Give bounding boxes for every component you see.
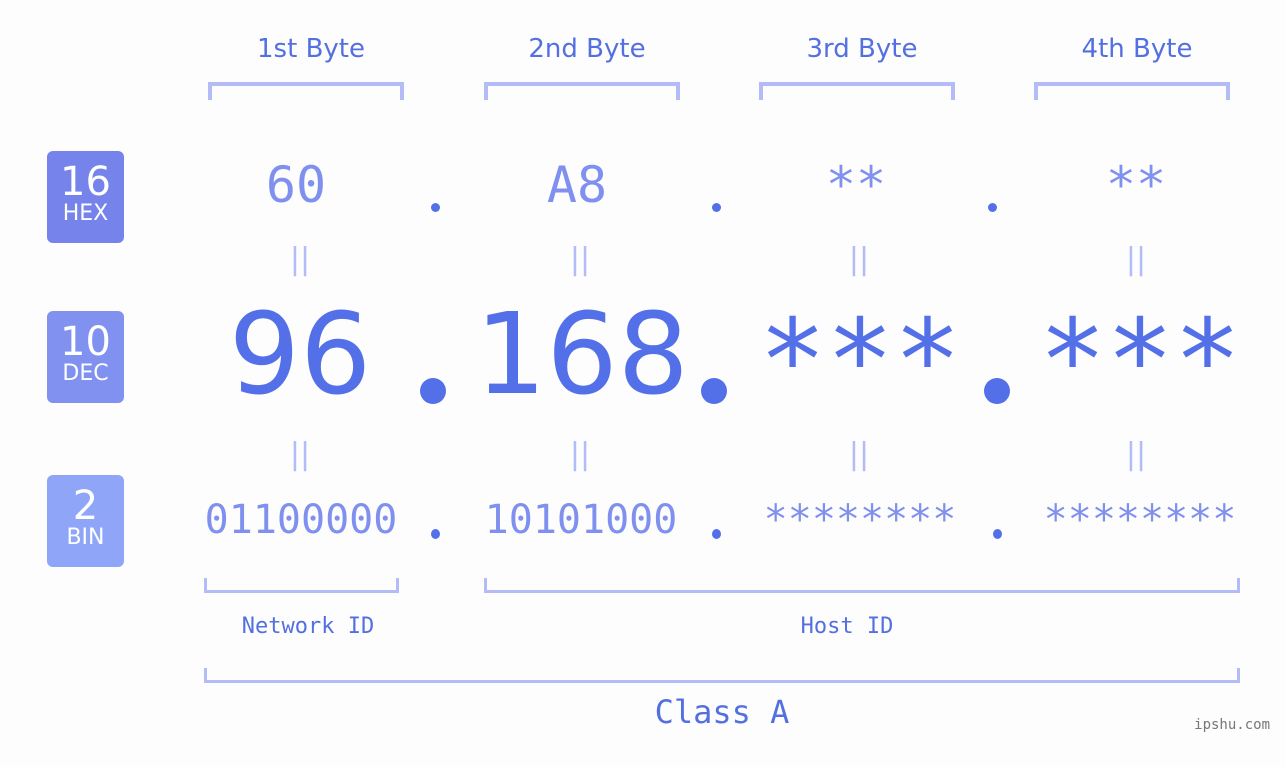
byte-bracket-3: [759, 82, 955, 100]
equals-icon: ||: [848, 242, 870, 277]
byte-bracket-2: [484, 82, 680, 100]
host-id-label: Host ID: [800, 614, 894, 639]
bin-byte-1: 01100000: [204, 497, 398, 543]
equals-icon: ||: [1125, 437, 1147, 472]
dec-dot-2: [701, 378, 727, 404]
host-id-bracket: [484, 578, 1240, 593]
hex-base-number: 16: [60, 159, 111, 205]
bin-base-label: BIN: [66, 525, 105, 550]
equals-icon: ||: [1125, 242, 1147, 277]
bin-dot-1: [431, 529, 440, 539]
hex-byte-1: 60: [265, 156, 327, 214]
dec-byte-1: 96: [228, 290, 372, 420]
dec-byte-3: ***: [758, 296, 962, 426]
hex-base-label: HEX: [62, 201, 109, 226]
bin-byte-3: ********: [763, 497, 957, 543]
equals-icon: ||: [848, 437, 870, 472]
byte-header-3: 3rd Byte: [806, 34, 918, 64]
hex-dot-1: [431, 203, 440, 212]
dec-base-label: DEC: [62, 361, 109, 386]
byte-bracket-4: [1034, 82, 1230, 100]
hex-dot-2: [712, 203, 721, 212]
network-id-bracket: [204, 578, 399, 593]
hex-byte-3: **: [825, 156, 887, 214]
byte-header-1: 1st Byte: [257, 34, 365, 64]
bin-dot-3: [993, 529, 1002, 539]
byte-bracket-1: [208, 82, 404, 100]
class-label: Class A: [654, 693, 790, 731]
watermark: ipshu.com: [1194, 717, 1270, 733]
dec-badge: 10 DEC: [47, 311, 124, 403]
hex-byte-4: **: [1105, 156, 1167, 214]
equals-icon: ||: [289, 437, 311, 472]
dec-dot-3: [984, 378, 1010, 404]
dec-dot-1: [420, 378, 446, 404]
equals-icon: ||: [569, 437, 591, 472]
hex-badge: 16 HEX: [47, 151, 124, 243]
dec-base-number: 10: [60, 319, 111, 365]
network-id-label: Network ID: [241, 614, 375, 639]
bin-byte-4: ********: [1043, 497, 1237, 543]
bin-base-number: 2: [72, 483, 99, 529]
equals-icon: ||: [289, 242, 311, 277]
byte-header-2: 2nd Byte: [528, 34, 646, 64]
dec-byte-2: 168: [475, 290, 689, 420]
class-bracket: [204, 668, 1240, 683]
equals-icon: ||: [569, 242, 591, 277]
hex-dot-3: [988, 203, 997, 212]
bin-byte-2: 10101000: [484, 497, 678, 543]
bin-dot-2: [712, 529, 721, 539]
byte-header-4: 4th Byte: [1081, 34, 1193, 64]
dec-byte-4: ***: [1038, 296, 1242, 426]
bin-badge: 2 BIN: [47, 475, 124, 567]
hex-byte-2: A8: [546, 156, 608, 214]
